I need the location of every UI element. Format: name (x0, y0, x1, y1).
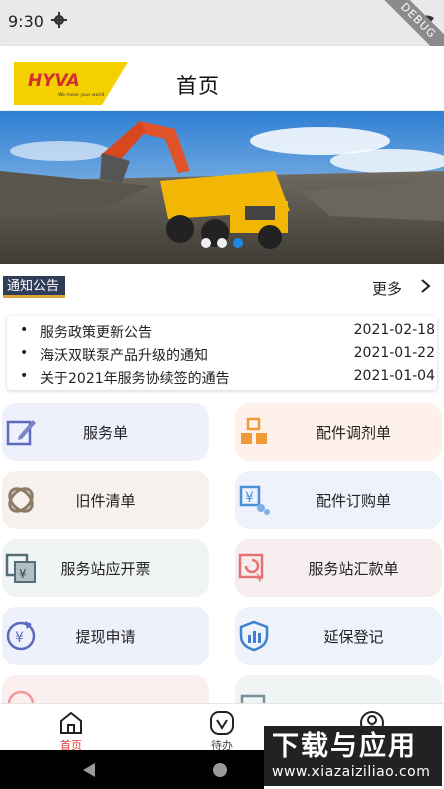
notice-title: 海沃双联泵产品升级的通知 (40, 348, 208, 364)
chevron-right-icon[interactable] (420, 279, 432, 293)
notice-title: 关于2021年服务协续签的通告 (40, 371, 230, 387)
menu-card-partial[interactable] (235, 675, 442, 703)
menu-card-extended-warranty[interactable]: 延保登记 (235, 607, 442, 665)
menu-label: 延保登记 (323, 628, 384, 646)
notice-item[interactable]: • 服务政策更新公告 2021-02-18 (7, 322, 437, 344)
menu-label: 提现申请 (75, 628, 136, 646)
svg-text:HYVA: HYVA (28, 71, 80, 91)
system-nav-bar (0, 750, 264, 789)
banner-carousel[interactable] (0, 111, 444, 264)
notice-list: • 服务政策更新公告 2021-02-18 • 海沃双联泵产品升级的通知 202… (7, 316, 437, 390)
svg-text:We move your world: We move your world (58, 92, 104, 98)
watermark-url: www.xiazaiziliao.com (272, 764, 431, 780)
menu-label: 配件调剂单 (315, 424, 391, 442)
menu-card-remittance[interactable]: ¥ 服务站汇款单 (235, 539, 442, 597)
nav-item-home[interactable]: 首页 (41, 706, 101, 752)
status-bar: 9:30 DEBUG (0, 0, 444, 70)
home-icon (60, 711, 82, 734)
svg-text:¥: ¥ (245, 490, 254, 506)
more-link[interactable]: 更多 (372, 278, 402, 299)
nav-item-todo[interactable]: 待办 (192, 706, 252, 752)
menu-card-parts-order[interactable]: ¥ 配件订购单 (235, 471, 442, 529)
menu-card-invoice[interactable]: ¥ 服务站应开票 (2, 539, 209, 597)
menu-label: 旧件清单 (75, 492, 136, 510)
notice-title: 服务政策更新公告 (40, 325, 152, 341)
carousel-dot-active[interactable] (233, 238, 243, 248)
notice-header: 通知公告 更多 (0, 270, 444, 304)
partial-icon (7, 690, 35, 703)
carousel-dot[interactable] (217, 238, 227, 248)
menu-label: 服务单 (82, 424, 128, 442)
watermark-title: 下载与应用 (272, 731, 417, 762)
hyva-logo: HYVA We move your world (14, 62, 128, 105)
watermark: 下载与应用 www.xiazaiziliao.com (264, 726, 442, 786)
notice-date: 2021-01-04 (353, 368, 435, 384)
gear-icon (51, 12, 67, 28)
svg-text:¥: ¥ (256, 571, 264, 584)
menu-card-partial[interactable] (2, 675, 209, 703)
partial-icon (240, 694, 266, 703)
notice-date: 2021-01-22 (353, 345, 435, 361)
todo-icon (210, 711, 234, 735)
page-title: 首页 (176, 74, 220, 98)
back-icon[interactable] (82, 762, 96, 778)
status-time: 9:30 (8, 12, 44, 31)
menu-grid: 服务单 配件调剂单 旧件清单 ¥ 配件订购单 ¥ 服务站应开票 ¥ 服务站汇款单… (0, 403, 444, 703)
menu-card-withdraw[interactable]: ¥ 提现申请 (2, 607, 209, 665)
notice-tag: 通知公告 (3, 276, 66, 298)
menu-card-service-order[interactable]: 服务单 (2, 403, 209, 461)
carousel-indicator (201, 238, 243, 248)
menu-label: 服务站汇款单 (308, 560, 399, 578)
menu-card-parts-transfer[interactable]: 配件调剂单 (235, 403, 442, 461)
menu-label: 配件订购单 (315, 492, 391, 510)
carousel-dot[interactable] (201, 238, 211, 248)
app-header: HYVA We move your world 首页 (0, 46, 444, 110)
menu-label: 服务站应开票 (60, 560, 151, 578)
home-button[interactable] (213, 763, 227, 777)
notice-item[interactable]: • 海沃双联泵产品升级的通知 2021-01-22 (7, 345, 437, 367)
bullet: • (20, 368, 29, 384)
bullet: • (20, 322, 29, 338)
notice-date: 2021-02-18 (353, 322, 435, 338)
bullet: • (20, 345, 29, 361)
menu-card-old-parts[interactable]: 旧件清单 (2, 471, 209, 529)
notice-item[interactable]: • 关于2021年服务协续签的通告 2021-01-04 (7, 368, 437, 390)
